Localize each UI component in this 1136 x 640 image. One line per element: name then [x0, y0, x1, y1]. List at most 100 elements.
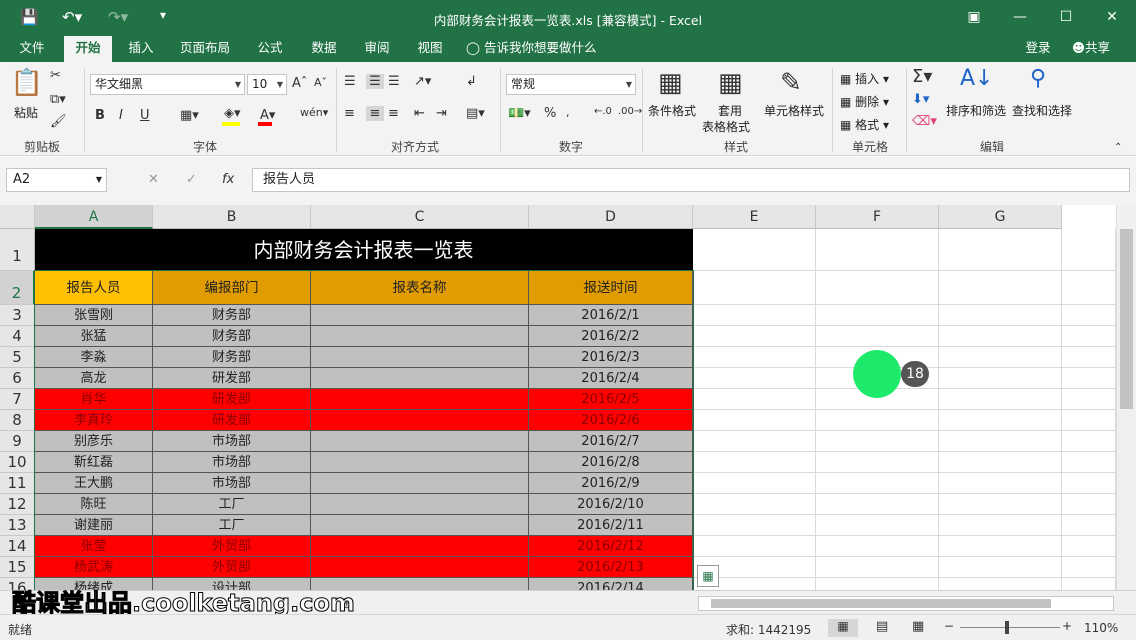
row-header-4[interactable]: 4 — [0, 326, 35, 347]
zoom-slider[interactable] — [960, 627, 1060, 628]
row-header-14[interactable]: 14 — [0, 536, 35, 557]
align-right-icon[interactable]: ≡ — [388, 106, 399, 121]
number-format-select[interactable]: 常规 ▼ — [506, 74, 636, 95]
header-cell[interactable]: 报表名称 — [311, 271, 529, 305]
tell-me-box[interactable]: ◯ 告诉我你想要做什么 — [466, 36, 606, 62]
table-row-report[interactable] — [311, 557, 529, 578]
undo-icon[interactable]: ↶▾ — [62, 8, 82, 26]
table-row-date[interactable]: 2016/2/1 — [529, 305, 693, 326]
tab-home[interactable]: 开始 — [64, 36, 112, 62]
table-row-report[interactable] — [311, 494, 529, 515]
select-all-corner[interactable] — [0, 205, 35, 229]
name-box[interactable]: A2 ▼ — [6, 168, 107, 192]
table-row-report[interactable] — [311, 431, 529, 452]
quick-analysis-icon[interactable]: ▦ — [697, 565, 719, 587]
border-icon[interactable]: ▦▾ — [180, 108, 199, 123]
row-header-1[interactable]: 1 — [0, 229, 35, 271]
tab-insert[interactable]: 插入 — [118, 36, 164, 62]
minimize-button[interactable]: — — [1008, 6, 1032, 28]
table-row-dept[interactable]: 工厂 — [153, 494, 311, 515]
column-header-c[interactable]: C — [311, 205, 529, 229]
wrap-text-icon[interactable]: ↲ — [466, 74, 477, 89]
table-row-report[interactable] — [311, 389, 529, 410]
vertical-scroll-thumb[interactable] — [1120, 229, 1133, 409]
paste-icon[interactable]: 📋 — [10, 68, 44, 102]
zoom-slider-thumb[interactable] — [1005, 621, 1009, 634]
table-row-date[interactable]: 2016/2/3 — [529, 347, 693, 368]
table-row-dept[interactable]: 工厂 — [153, 515, 311, 536]
table-row-name[interactable]: 王大鹏 — [35, 473, 153, 494]
currency-icon[interactable]: 💵▾ — [508, 106, 531, 121]
fill-icon[interactable]: ⬇▾ — [912, 92, 929, 107]
format-table-button-line1[interactable]: 套用 — [718, 102, 742, 119]
cut-icon[interactable]: ✂ — [50, 68, 61, 83]
table-row-report[interactable] — [311, 326, 529, 347]
table-row-dept[interactable]: 市场部 — [153, 431, 311, 452]
conditional-format-icon[interactable]: ▦ — [658, 68, 683, 98]
login-link[interactable]: 登录 — [1018, 36, 1058, 62]
page-layout-view-icon[interactable]: ▤ — [876, 619, 888, 634]
table-row-date[interactable]: 2016/2/5 — [529, 389, 693, 410]
decrease-indent-icon[interactable]: ⇤ — [414, 106, 425, 121]
table-row-name[interactable]: 谢建丽 — [35, 515, 153, 536]
format-cells-button[interactable]: ▦ 格式 ▾ — [840, 116, 889, 133]
row-header-12[interactable]: 12 — [0, 494, 35, 515]
ribbon-display-icon[interactable]: ▣ — [962, 6, 986, 28]
clear-icon[interactable]: ⌫▾ — [912, 114, 937, 129]
format-painter-icon[interactable]: 🖌 — [50, 114, 67, 129]
font-size-select[interactable]: 10 ▼ — [247, 74, 287, 95]
cancel-formula-icon[interactable]: ✕ — [148, 172, 159, 187]
autosum-icon[interactable]: Σ▾ — [912, 66, 932, 87]
table-row-name[interactable]: 李真玲 — [35, 410, 153, 431]
column-header-e[interactable]: E — [693, 205, 816, 229]
worksheet-grid[interactable]: ABCDEFG 1 2 3 4 5 6 7 8 9 10 11 12 13 14 15 16 内部财务会计报表… — [0, 205, 1116, 590]
tab-view[interactable]: 视图 — [408, 36, 452, 62]
column-header-b[interactable]: B — [153, 205, 311, 229]
table-row-date[interactable]: 2016/2/2 — [529, 326, 693, 347]
table-row-name[interactable]: 别彦乐 — [35, 431, 153, 452]
table-row-date[interactable]: 2016/2/9 — [529, 473, 693, 494]
increase-indent-icon[interactable]: ⇥ — [436, 106, 447, 121]
find-select-icon[interactable]: ⚲ — [1030, 66, 1046, 91]
tab-review[interactable]: 审阅 — [355, 36, 399, 62]
table-row-report[interactable] — [311, 515, 529, 536]
table-row-name[interactable]: 陈旺 — [35, 494, 153, 515]
font-color-icon[interactable]: A▾ — [260, 108, 275, 123]
comma-icon[interactable]: ,​ — [566, 106, 570, 119]
table-row-report[interactable] — [311, 368, 529, 389]
italic-button[interactable]: I — [119, 108, 123, 123]
table-row-date[interactable]: 2016/2/10 — [529, 494, 693, 515]
decrease-font-icon[interactable]: Aˇ — [314, 76, 327, 89]
table-row-report[interactable] — [311, 305, 529, 326]
tab-data[interactable]: 数据 — [302, 36, 346, 62]
table-row-dept[interactable]: 研发部 — [153, 389, 311, 410]
cell-styles-icon[interactable]: ✎ — [780, 68, 802, 98]
table-row-date[interactable]: 2016/2/12 — [529, 536, 693, 557]
tab-page-layout[interactable]: 页面布局 — [172, 36, 238, 62]
table-row-date[interactable]: 2016/2/6 — [529, 410, 693, 431]
row-header-2[interactable]: 2 — [0, 271, 35, 305]
merge-center-icon[interactable]: ▤▾ — [466, 106, 485, 121]
table-row-name[interactable]: 靳红磊 — [35, 452, 153, 473]
horizontal-scrollbar[interactable] — [698, 596, 1114, 611]
table-row-date[interactable]: 2016/2/7 — [529, 431, 693, 452]
vertical-scrollbar[interactable] — [1116, 205, 1136, 590]
format-table-icon[interactable]: ▦ — [718, 68, 743, 98]
table-row-date[interactable]: 2016/2/4 — [529, 368, 693, 389]
header-cell[interactable]: 编报部门 — [153, 271, 311, 305]
copy-icon[interactable]: ⧉▾ — [50, 92, 66, 107]
conditional-format-button[interactable]: 条件格式 — [648, 102, 696, 119]
bold-button[interactable]: B — [95, 108, 105, 123]
table-row-dept[interactable]: 外贸部 — [153, 536, 311, 557]
format-table-button-line2[interactable]: 表格格式 — [702, 118, 750, 135]
header-cell[interactable]: 报告人员 — [35, 271, 153, 305]
row-header-15[interactable]: 15 — [0, 557, 35, 578]
row-header-7[interactable]: 7 — [0, 389, 35, 410]
share-button[interactable]: ☻共享 — [1064, 36, 1118, 62]
sheet-title-cell[interactable]: 内部财务会计报表一览表 — [35, 229, 693, 271]
column-header-g[interactable]: G — [939, 205, 1062, 229]
align-top-icon[interactable]: ☰ — [344, 74, 356, 89]
customize-quick-access-icon[interactable]: ▾ — [160, 8, 166, 22]
collapse-ribbon-icon[interactable]: ⌃ — [1114, 142, 1122, 153]
increase-decimal-icon[interactable]: ←.0 — [594, 106, 612, 117]
